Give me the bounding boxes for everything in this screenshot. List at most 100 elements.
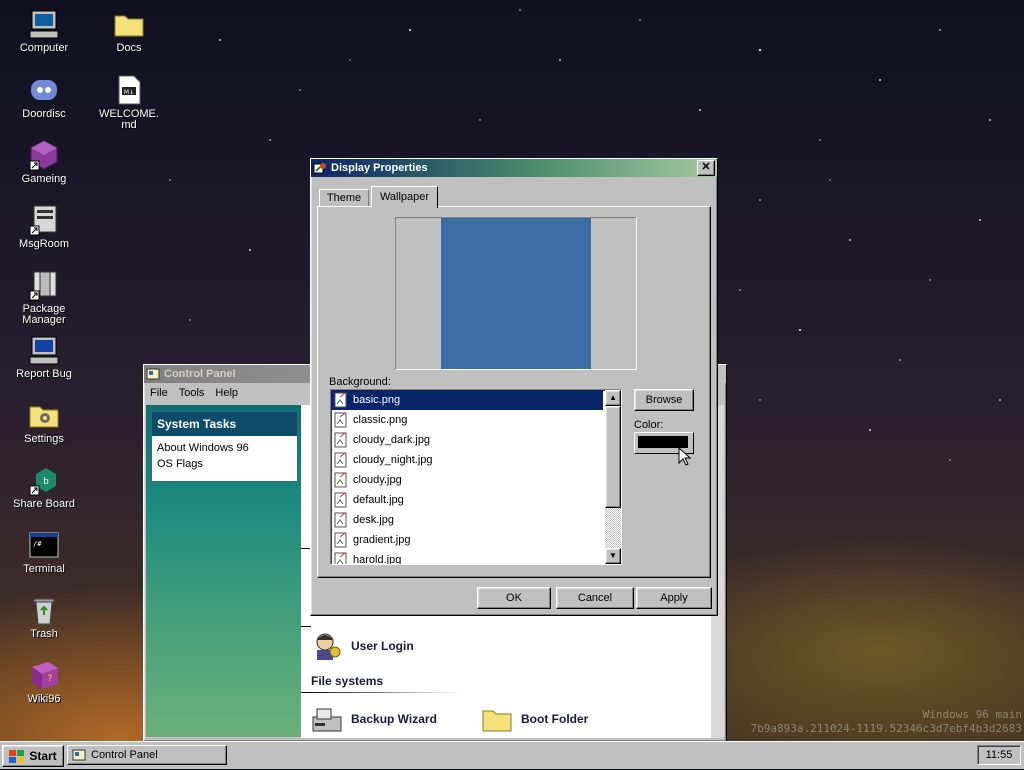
taskbar-task-control-panel[interactable]: Control Panel bbox=[67, 745, 227, 765]
wallpaper-file-item[interactable]: cloudy_night.jpg bbox=[331, 450, 603, 470]
wallpaper-file-item[interactable]: cloudy.jpg bbox=[331, 470, 603, 490]
desktop-icon-gameing[interactable]: Gameing bbox=[12, 139, 76, 185]
desktop-icon-label: Settings bbox=[24, 433, 64, 445]
wallpaper-file-item[interactable]: default.jpg bbox=[331, 490, 603, 510]
mouse-cursor-icon bbox=[678, 447, 692, 466]
image-file-icon bbox=[334, 552, 348, 564]
wiki-book-icon: ? bbox=[28, 659, 60, 691]
wallpaper-preview bbox=[395, 217, 637, 370]
system-tasks-header: System Tasks bbox=[152, 412, 297, 436]
wallpaper-file-item[interactable]: basic.png bbox=[331, 390, 603, 410]
desktop-icon-label: Gameing bbox=[21, 173, 67, 185]
clock-time: 11:55 bbox=[985, 749, 1013, 761]
share-board-icon: b bbox=[28, 464, 60, 496]
ok-button[interactable]: OK bbox=[477, 587, 551, 609]
wallpaper-preview-image bbox=[441, 218, 591, 369]
desktop-icon-report-bug[interactable]: Report Bug bbox=[12, 334, 76, 380]
markdown-file-icon: M↓ bbox=[113, 74, 145, 106]
windows-logo-icon bbox=[9, 749, 25, 764]
desktop-icon-label: Computer bbox=[19, 42, 69, 54]
wallpaper-file-item[interactable]: desk.jpg bbox=[331, 510, 603, 530]
tab-theme[interactable]: Theme bbox=[319, 189, 369, 207]
desktop-icon-trash[interactable]: Trash bbox=[12, 594, 76, 640]
desktop-icon-label: Terminal bbox=[23, 563, 65, 575]
backup-wizard-icon bbox=[311, 703, 343, 735]
svg-text:M↓: M↓ bbox=[124, 89, 134, 96]
report-bug-icon bbox=[28, 334, 60, 366]
wallpaper-file-item[interactable]: classic.png bbox=[331, 410, 603, 430]
wallpaper-tab-panel: Background: basic.png classic.png cloudy_d… bbox=[317, 206, 711, 578]
desktop-icon-welcome[interactable]: M↓ WELCOME.md bbox=[97, 74, 161, 131]
control-panel-icon bbox=[146, 367, 160, 381]
system-tasks-panel: System Tasks About Windows 96 OS Flags bbox=[151, 411, 298, 482]
scroll-up-button[interactable]: ▲ bbox=[605, 390, 621, 406]
wallpaper-file-list[interactable]: basic.png classic.png cloudy_dark.jpgcloud… bbox=[330, 389, 622, 565]
cancel-button[interactable]: Cancel bbox=[556, 587, 634, 609]
watermark-line-2: 7b9a893a.211024-1119.52346c3d7ebf4b3d268… bbox=[750, 722, 1022, 735]
folder-icon bbox=[113, 8, 145, 40]
task-about-windows-96[interactable]: About Windows 96 bbox=[152, 440, 297, 456]
wallpaper-file-name: cloudy.jpg bbox=[353, 474, 402, 486]
file-systems-header: File systems bbox=[311, 674, 384, 688]
desktop-icon-label: Trash bbox=[30, 628, 58, 640]
close-icon[interactable]: ✕ bbox=[697, 160, 715, 176]
start-button[interactable]: Start bbox=[2, 745, 64, 767]
message-room-icon bbox=[28, 204, 60, 236]
image-file-icon bbox=[334, 512, 348, 528]
wallpaper-file-item[interactable]: cloudy_dark.jpg bbox=[331, 430, 603, 450]
apply-button[interactable]: Apply bbox=[636, 587, 712, 609]
user-login-label: User Login bbox=[351, 639, 414, 653]
image-file-icon bbox=[334, 412, 348, 428]
system-clock: 11:55 bbox=[977, 745, 1021, 765]
folder-icon bbox=[481, 703, 513, 735]
desktop-icon-computer[interactable]: Computer bbox=[12, 8, 76, 54]
terminal-icon: /# bbox=[28, 529, 60, 561]
background-label: Background: bbox=[329, 376, 391, 388]
image-file-icon bbox=[334, 452, 348, 468]
discord-icon bbox=[28, 74, 60, 106]
tab-wallpaper[interactable]: Wallpaper bbox=[371, 186, 438, 208]
desktop-icon-label: Wiki96 bbox=[27, 693, 61, 705]
wallpaper-file-item[interactable]: harold.jpg bbox=[331, 550, 603, 564]
wallpaper-file-name: default.jpg bbox=[353, 494, 404, 506]
desktop-icon-msgroom[interactable]: MsgRoom bbox=[12, 204, 76, 250]
menu-file[interactable]: File bbox=[150, 387, 168, 399]
desktop-icon-label: WELCOME.md bbox=[99, 108, 159, 131]
desktop-icon-wiki96[interactable]: ? Wiki96 bbox=[12, 659, 76, 705]
wallpaper-file-name: basic.png bbox=[353, 394, 401, 406]
desktop-icon-label: Doordisc bbox=[22, 108, 66, 120]
display-properties-window[interactable]: Display Properties ✕ Theme Wallpaper Bac… bbox=[310, 158, 718, 616]
task-os-flags[interactable]: OS Flags bbox=[152, 456, 297, 472]
wallpaper-file-name: cloudy_night.jpg bbox=[353, 454, 433, 466]
desktop-icon-terminal[interactable]: /# Terminal bbox=[12, 529, 76, 575]
desktop-icon-label: Share Board bbox=[13, 498, 75, 510]
scroll-down-button[interactable]: ▼ bbox=[605, 548, 621, 564]
desktop-icon-label: MsgRoom bbox=[18, 238, 70, 250]
wallpaper-file-name: desk.jpg bbox=[353, 514, 394, 526]
trash-icon bbox=[28, 594, 60, 626]
wallpaper-file-item[interactable]: gradient.jpg bbox=[331, 530, 603, 550]
user-login-item[interactable]: User Login bbox=[311, 630, 414, 662]
image-file-icon bbox=[334, 532, 348, 548]
desktop-icon-settings[interactable]: Settings bbox=[12, 399, 76, 445]
desktop-icon-package-manager[interactable]: Package Manager bbox=[12, 269, 76, 326]
backup-wizard-label: Backup Wizard bbox=[351, 712, 437, 726]
image-file-icon bbox=[334, 492, 348, 508]
file-systems-underline bbox=[301, 692, 461, 693]
build-watermark: Windows 96 main 7b9a893a.211024-1119.523… bbox=[750, 708, 1022, 736]
content-divider bbox=[301, 626, 311, 627]
desktop-icon-docs[interactable]: Docs bbox=[97, 8, 161, 54]
desktop-icon-doordisc[interactable]: Doordisc bbox=[12, 74, 76, 120]
menu-tools[interactable]: Tools bbox=[179, 387, 205, 399]
desktop-icon-label: Package Manager bbox=[22, 303, 66, 326]
boot-folder-item[interactable]: Boot Folder bbox=[481, 703, 588, 735]
desktop-icon-share-board[interactable]: b Share Board bbox=[12, 464, 76, 510]
display-properties-titlebar[interactable]: Display Properties ✕ bbox=[311, 159, 717, 177]
browse-button[interactable]: Browse bbox=[634, 389, 694, 411]
backup-wizard-item[interactable]: Backup Wizard bbox=[311, 703, 437, 735]
scroll-thumb[interactable] bbox=[605, 406, 621, 508]
menu-help[interactable]: Help bbox=[215, 387, 238, 399]
file-list-scrollbar[interactable]: ▲ ▼ bbox=[605, 390, 621, 564]
taskbar-task-label: Control Panel bbox=[91, 749, 158, 761]
control-panel-icon bbox=[72, 748, 86, 762]
